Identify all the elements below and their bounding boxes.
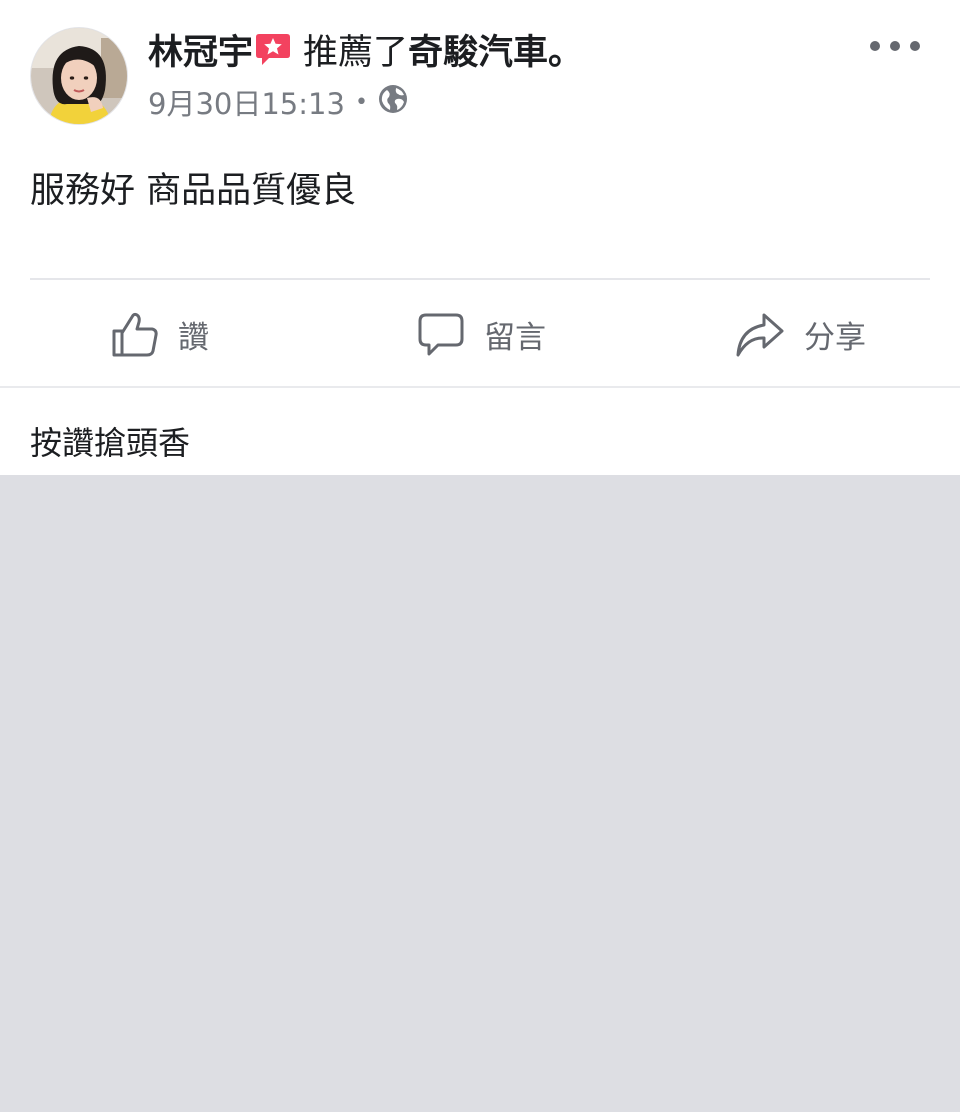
comment-label: 留言 xyxy=(484,319,546,356)
first-like-prompt: 按讚搶頭香 xyxy=(30,424,191,462)
thumbs-up-icon xyxy=(112,312,158,357)
page-name[interactable]: 奇駿汽車 xyxy=(408,24,548,75)
share-arrow-icon xyxy=(736,313,784,357)
post-text: 服務好 商品品質優良 xyxy=(30,171,357,211)
avatar[interactable] xyxy=(30,27,128,125)
comment-bubble-icon xyxy=(418,313,464,356)
share-label: 分享 xyxy=(804,319,866,356)
meta-separator: • xyxy=(354,89,368,115)
like-label: 讚 xyxy=(178,319,209,356)
post-timestamp[interactable]: 9月30日15:13 xyxy=(148,81,345,123)
action-bar: 讚 留言 分享 xyxy=(0,282,960,386)
share-button[interactable]: 分享 xyxy=(734,306,866,362)
section-divider xyxy=(0,386,960,388)
post-header: 林冠宇 推薦了 奇駿汽車 。 xyxy=(148,24,583,74)
globe-icon xyxy=(378,84,408,121)
recommend-star-icon xyxy=(255,31,291,67)
divider xyxy=(30,278,930,280)
post-card: 林冠宇 推薦了 奇駿汽車 。 9月30日15:13 • 服務好 商品品質優良 讚… xyxy=(0,0,960,475)
more-options-icon[interactable] xyxy=(870,30,920,62)
header-period: 。 xyxy=(548,32,584,73)
like-button[interactable]: 讚 xyxy=(110,306,209,362)
recommend-action-text: 推薦了 xyxy=(303,32,409,73)
post-meta: 9月30日15:13 • xyxy=(148,82,408,122)
comment-button[interactable]: 留言 xyxy=(416,306,546,362)
author-name[interactable]: 林冠宇 xyxy=(148,24,253,75)
